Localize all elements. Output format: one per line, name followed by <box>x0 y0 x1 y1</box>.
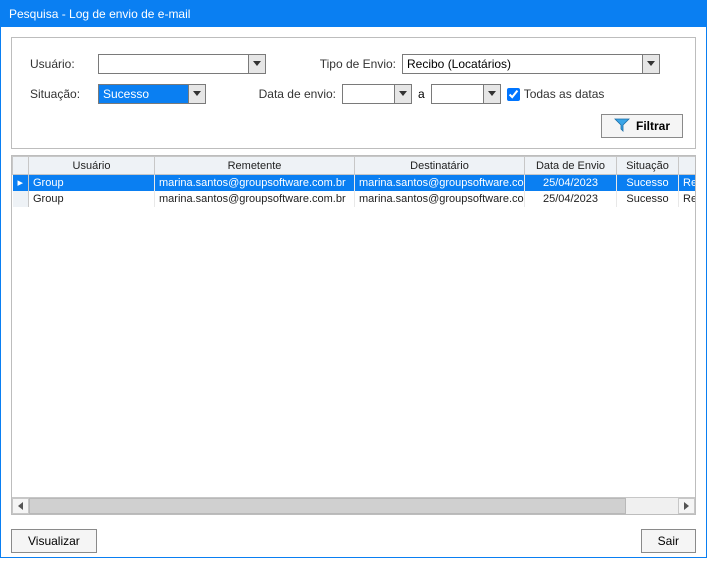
col-remetente[interactable]: Remetente <box>155 157 355 175</box>
data-to[interactable] <box>431 84 501 104</box>
footer: Visualizar Sair <box>1 519 706 563</box>
table-row[interactable]: ▸Groupmarina.santos@groupsoftware.com.br… <box>13 175 696 191</box>
table-row[interactable]: Groupmarina.santos@groupsoftware.com.brm… <box>13 191 696 207</box>
todas-label: Todas as datas <box>524 87 605 101</box>
cell-usuario: Group <box>29 191 155 207</box>
data-to-input[interactable] <box>432 85 483 103</box>
data-from-input[interactable] <box>343 85 394 103</box>
tipo-combo[interactable] <box>402 54 660 74</box>
situacao-label: Situação: <box>30 87 98 101</box>
usuario-label: Usuário: <box>30 57 98 71</box>
visualizar-label: Visualizar <box>28 534 80 548</box>
col-destinatario[interactable]: Destinatário <box>355 157 525 175</box>
cell-data: 25/04/2023 <box>525 191 617 207</box>
usuario-input[interactable] <box>99 55 248 73</box>
data-from[interactable] <box>342 84 412 104</box>
cell-destinatario: marina.santos@groupsoftware.com.br <box>355 175 525 191</box>
row-marker: ▸ <box>13 175 29 191</box>
chevron-down-icon[interactable] <box>248 55 265 73</box>
todas-datas-checkbox[interactable]: Todas as datas <box>507 87 605 101</box>
filtrar-button[interactable]: Filtrar <box>601 114 683 138</box>
cell-data: 25/04/2023 <box>525 175 617 191</box>
cell-remetente: marina.santos@groupsoftware.com.br <box>155 175 355 191</box>
col-usuario[interactable]: Usuário <box>29 157 155 175</box>
range-separator: a <box>418 87 425 101</box>
col-situacao[interactable]: Situação <box>617 157 679 175</box>
filtrar-label: Filtrar <box>636 119 670 133</box>
cell-tipo: Recibo ( <box>679 175 696 191</box>
chevron-down-icon[interactable] <box>394 85 411 103</box>
scroll-track[interactable] <box>29 498 678 514</box>
row-marker <box>13 191 29 207</box>
scroll-right-icon[interactable] <box>678 498 695 514</box>
col-tipo[interactable]: T <box>679 157 696 175</box>
situacao-input[interactable] <box>99 85 188 103</box>
chevron-down-icon[interactable] <box>642 55 659 73</box>
scroll-thumb[interactable] <box>29 498 626 514</box>
col-marker <box>13 157 29 175</box>
todas-checkbox-input[interactable] <box>507 88 520 101</box>
col-data[interactable]: Data de Envio <box>525 157 617 175</box>
chevron-down-icon[interactable] <box>188 85 205 103</box>
scroll-left-icon[interactable] <box>12 498 29 514</box>
tipo-input[interactable] <box>403 55 642 73</box>
window-title: Pesquisa - Log de envio de e-mail <box>1 1 706 27</box>
visualizar-button[interactable]: Visualizar <box>11 529 97 553</box>
sair-label: Sair <box>658 534 679 548</box>
situacao-combo[interactable] <box>98 84 206 104</box>
data-label: Data de envio: <box>246 87 342 101</box>
chevron-down-icon[interactable] <box>483 85 500 103</box>
results-grid: Usuário Remetente Destinatário Data de E… <box>11 155 696 515</box>
cell-destinatario: marina.santos@groupsoftware.com.br <box>355 191 525 207</box>
horizontal-scrollbar[interactable] <box>12 497 695 514</box>
sair-button[interactable]: Sair <box>641 529 696 553</box>
results-table[interactable]: Usuário Remetente Destinatário Data de E… <box>12 156 695 207</box>
usuario-combo[interactable] <box>98 54 266 74</box>
cell-situacao: Sucesso <box>617 175 679 191</box>
filter-panel: Usuário: Tipo de Envio: Situação: <box>11 37 696 149</box>
funnel-icon <box>614 117 630 136</box>
tipo-label: Tipo de Envio: <box>306 57 402 71</box>
cell-remetente: marina.santos@groupsoftware.com.br <box>155 191 355 207</box>
cell-usuario: Group <box>29 175 155 191</box>
cell-situacao: Sucesso <box>617 191 679 207</box>
cell-tipo: Recibo (l <box>679 191 696 207</box>
